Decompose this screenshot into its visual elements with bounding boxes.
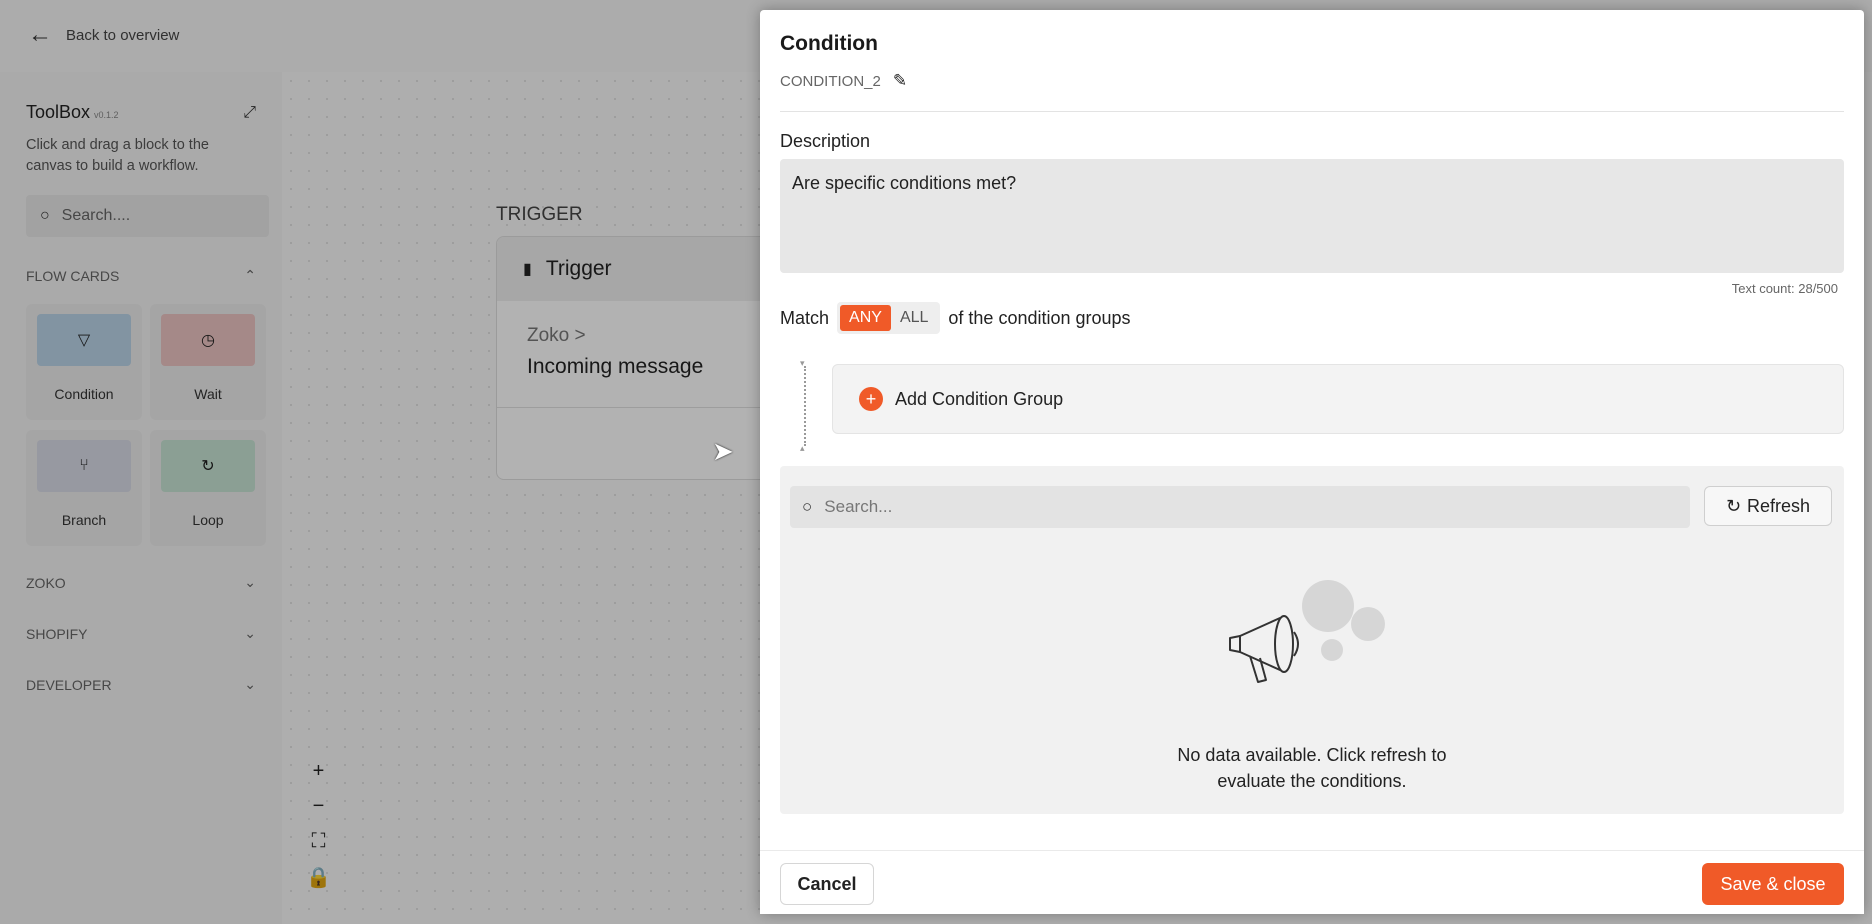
chevron-down-icon: ⌄ (244, 625, 256, 641)
card-loop[interactable]: ↻ Loop (150, 430, 266, 546)
toolbox-version: v0.1.2 (94, 110, 119, 120)
book-icon: ▮ (523, 261, 532, 278)
trigger-node-title: Trigger (545, 257, 612, 280)
section-developer[interactable]: DEVELOPER ⌄ (26, 676, 256, 693)
megaphone-illustration-icon (1229, 580, 1385, 683)
evaluation-search-placeholder: Search... (824, 497, 893, 516)
search-icon: ○ (802, 497, 813, 516)
condition-editor-panel: Condition CONDITION_2 ✎ Description Are … (760, 10, 1864, 914)
chevron-down-icon: ⌄ (244, 574, 256, 590)
add-condition-group-label: Add Condition Group (895, 388, 1064, 409)
search-icon: ○ (40, 207, 50, 224)
trigger-node-source: Zoko > (527, 325, 586, 346)
condition-identifier: CONDITION_2 (780, 72, 881, 90)
panel-footer: Cancel Save & close (760, 850, 1864, 914)
condition-identifier-row: CONDITION_2 ✎ (780, 71, 907, 91)
evaluation-area: ○ Search... ↻ Refresh No data available.… (780, 466, 1844, 814)
save-and-close-button[interactable]: Save & close (1702, 863, 1844, 905)
edit-pencil-icon[interactable]: ✎ (893, 71, 907, 91)
match-all-option[interactable]: ALL (891, 305, 937, 331)
expand-icon[interactable]: ⤢ (243, 104, 256, 122)
card-label: Branch (61, 512, 107, 528)
card-label: Condition (54, 386, 114, 402)
card-condition[interactable]: ▽ Condition (26, 304, 142, 420)
toolbox-sidebar: ToolBox v0.1.2 ⤢ Click and drag a block t… (0, 72, 282, 924)
chevron-down-icon: ⌄ (244, 676, 256, 692)
section-developer-label: DEVELOPER (26, 676, 112, 693)
card-wait[interactable]: ◷ Wait (150, 304, 266, 420)
divider (780, 111, 1844, 112)
toolbox-title: ToolBox v0.1.2 (26, 102, 119, 123)
toolbox-search-input[interactable]: ○ Search.... (26, 195, 269, 237)
section-flow-cards[interactable]: FLOW CARDS ⌃ (26, 267, 256, 284)
refresh-button[interactable]: ↻ Refresh (1704, 486, 1832, 526)
match-any-option[interactable]: ANY (840, 305, 891, 331)
trigger-node-header: ▮ Trigger (497, 237, 795, 301)
match-prefix: Match (780, 307, 830, 328)
toolbox-description: Click and drag a block to the canvas to … (26, 137, 209, 174)
card-branch[interactable]: ⑂ Branch (26, 430, 142, 546)
section-shopify-label: SHOPIFY (26, 625, 88, 642)
mouse-cursor-icon: ➤ (712, 436, 734, 466)
section-zoko-label: ZOKO (26, 574, 66, 591)
trigger-node-event: Incoming message (527, 355, 704, 378)
chevron-up-icon: ⌃ (244, 267, 256, 283)
text-count: Text count: 28/500 (1731, 281, 1838, 296)
panel-title: Condition (780, 32, 878, 55)
back-arrow-icon[interactable]: ← (28, 21, 52, 49)
section-shopify[interactable]: SHOPIFY ⌄ (26, 625, 256, 642)
toolbox-header: ToolBox v0.1.2 ⤢ (26, 102, 256, 123)
plus-icon: + (859, 387, 883, 411)
empty-state-line-2: evaluate the conditions. (1217, 771, 1407, 791)
empty-state-line-1: No data available. Click refresh to (1177, 745, 1447, 765)
flow-cards-grid: ▽ Condition ◷ Wait ⑂ Branch ↻ Loop (26, 304, 266, 546)
refresh-label: Refresh (1747, 495, 1811, 516)
refresh-icon: ↻ (1725, 495, 1742, 516)
branch-icon: ⑂ (37, 440, 131, 492)
section-flow-cards-label: FLOW CARDS (26, 267, 120, 284)
zoom-controls: + − ⛶ 🔒 (306, 760, 331, 892)
fit-view-icon[interactable]: ⛶ (311, 830, 325, 857)
loop-icon: ↻ (161, 440, 255, 492)
clock-icon: ◷ (161, 314, 255, 366)
match-row: Match ANY ALL of the condition groups (780, 302, 1131, 334)
trigger-section-label: TRIGGER (496, 204, 583, 225)
card-label: Loop (192, 512, 224, 528)
zoom-out-icon[interactable]: − (313, 795, 325, 822)
section-zoko[interactable]: ZOKO ⌄ (26, 574, 256, 591)
evaluation-search-input[interactable]: ○ Search... (790, 486, 1690, 528)
filter-icon: ▽ (37, 314, 131, 366)
trigger-node[interactable]: ▮ Trigger Zoko > Incoming message (496, 236, 796, 480)
description-textarea[interactable]: Are specific conditions met? (780, 159, 1844, 273)
add-condition-group-button[interactable]: + Add Condition Group (832, 364, 1844, 434)
description-label: Description (780, 131, 871, 151)
match-suffix: of the condition groups (948, 307, 1131, 328)
zoom-in-icon[interactable]: + (313, 760, 325, 787)
empty-state-message: No data available. Click refresh to eval… (780, 742, 1844, 794)
cancel-button[interactable]: Cancel (780, 863, 874, 905)
toolbox-title-text: ToolBox (26, 102, 91, 122)
lock-icon[interactable]: 🔒 (306, 865, 331, 892)
condition-group-connector (800, 358, 806, 454)
trigger-node-divider (497, 407, 795, 408)
back-to-overview-link[interactable]: Back to overview (66, 27, 179, 44)
match-mode-toggle: ANY ALL (837, 302, 941, 334)
toolbox-search-placeholder: Search.... (61, 207, 131, 224)
card-label: Wait (194, 386, 222, 402)
